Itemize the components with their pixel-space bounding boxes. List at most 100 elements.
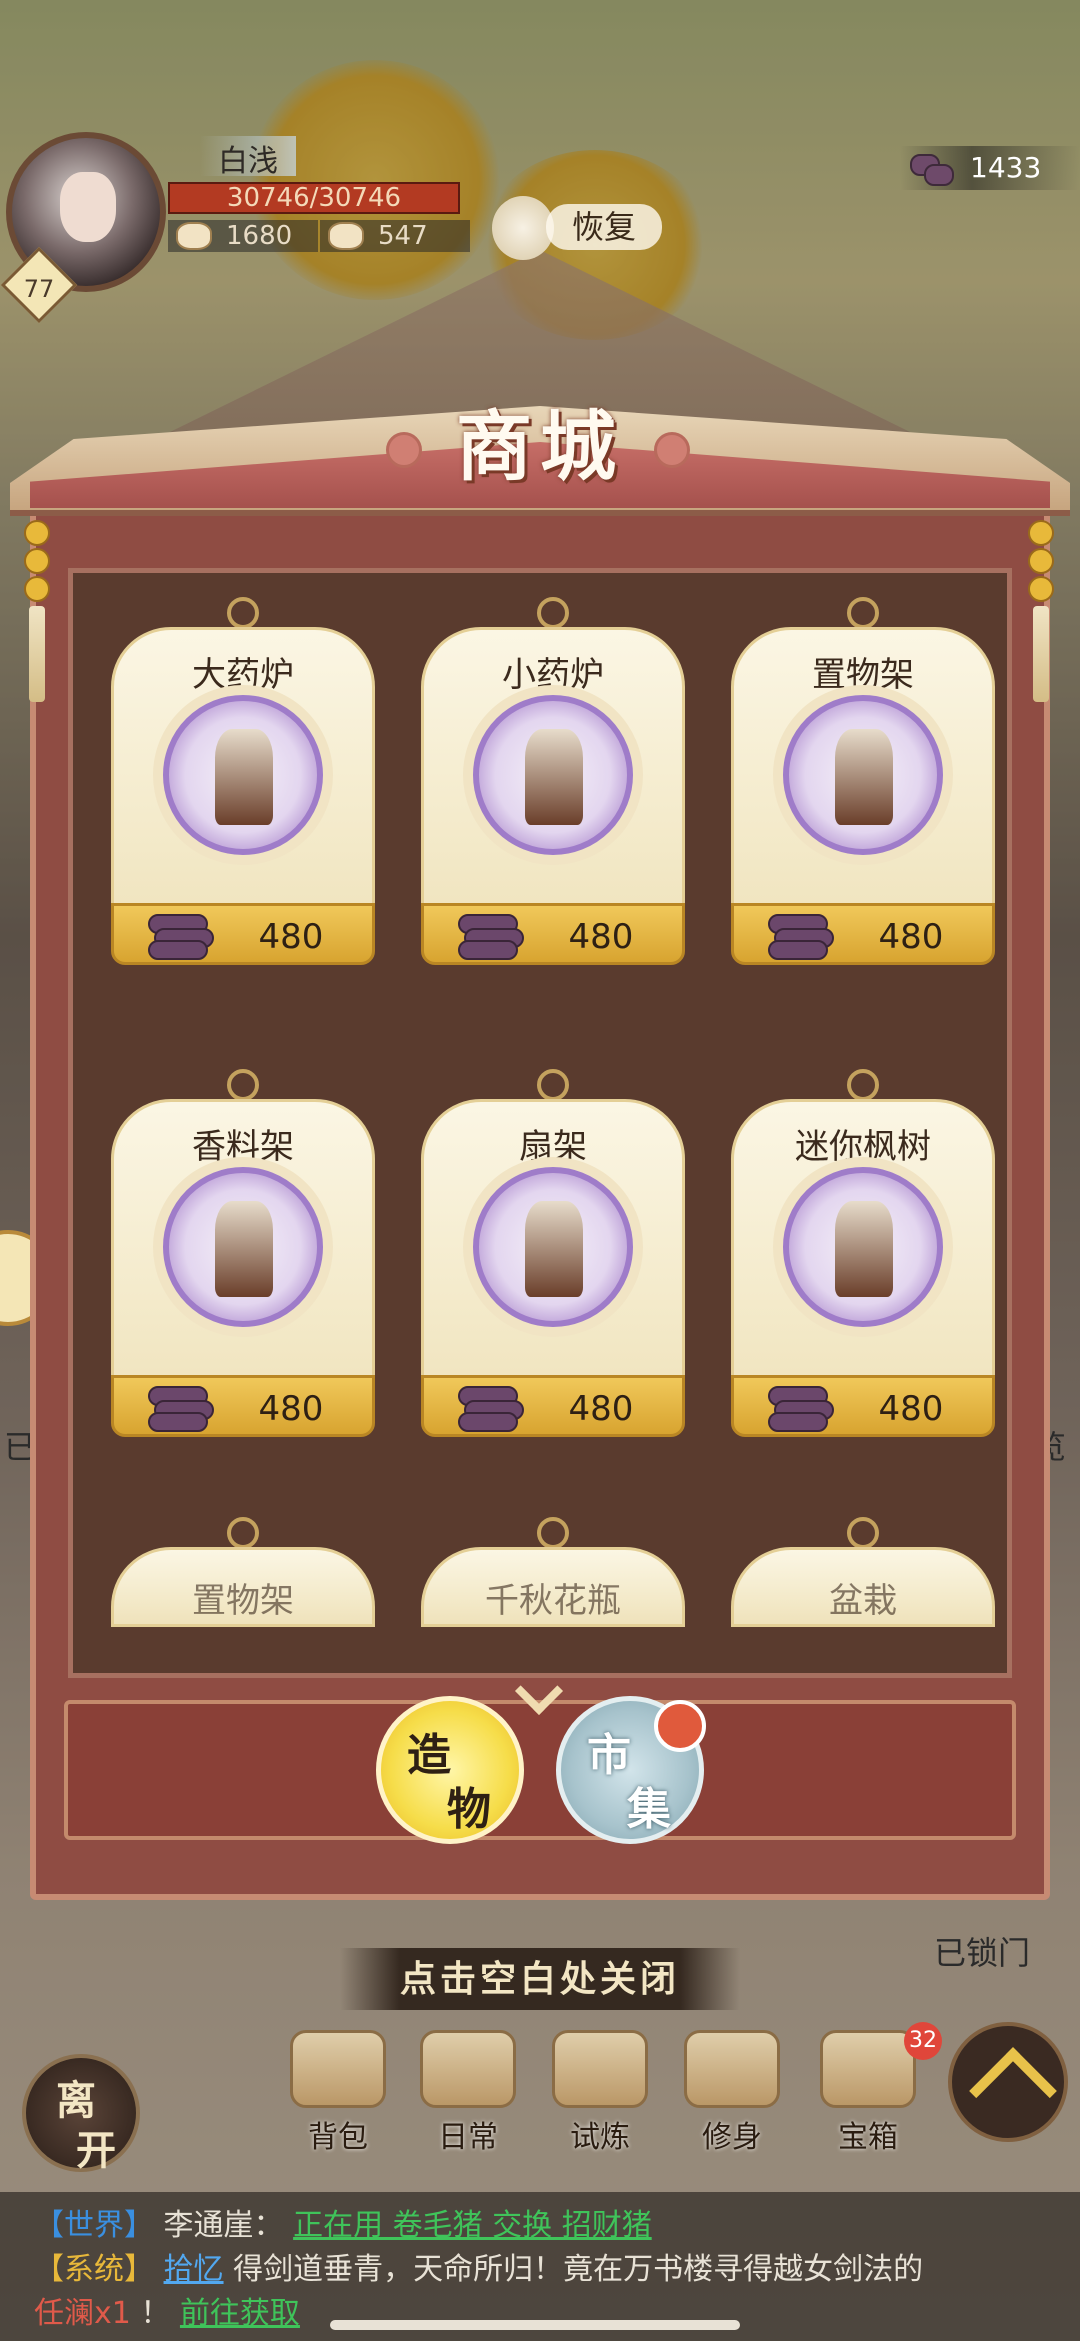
close-hint[interactable]: 点击空白处关闭	[340, 1948, 740, 2010]
wood-log-icon	[148, 914, 214, 960]
resource-bun: 547	[320, 220, 470, 252]
coin-ornament-icon	[386, 432, 422, 468]
shop-tab-bar	[64, 1700, 1016, 1840]
hook-icon	[227, 597, 259, 629]
market-avatar-badge-icon	[654, 1700, 706, 1752]
recover-button[interactable]: 恢复	[492, 196, 662, 260]
item-name: 香料架	[192, 1127, 294, 1167]
hook-icon	[847, 1069, 879, 1101]
item-price-bar[interactable]: 480	[731, 903, 995, 965]
chat-reward: 任澜x1	[34, 2296, 131, 2331]
wood-log-icon	[458, 914, 524, 960]
spice-rack-icon	[163, 1167, 323, 1327]
tab-build-char-1: 造	[407, 1730, 451, 1781]
item-price: 480	[568, 917, 634, 957]
item-price-bar[interactable]: 480	[421, 1375, 685, 1437]
nav-bag-label: 背包	[308, 2120, 368, 2155]
shop-item-card[interactable]: 大药炉 480	[111, 597, 375, 973]
hook-icon	[847, 1517, 879, 1549]
small-medicine-furnace-icon	[473, 695, 633, 855]
chat-channel: 【世界】	[34, 2208, 154, 2243]
item-name: 置物架	[812, 655, 914, 695]
nav-cultivate[interactable]: 修身	[672, 2030, 792, 2160]
gourd-icon	[492, 196, 554, 260]
chat-separator: ！	[140, 2296, 171, 2331]
hook-icon	[537, 1517, 569, 1549]
nav-cultivate-label: 修身	[702, 2120, 762, 2155]
chat-goto-link[interactable]: 前往获取	[180, 2296, 300, 2331]
daily-scroll-icon	[420, 2030, 516, 2108]
tassel-right	[1028, 520, 1054, 702]
nav-daily[interactable]: 日常	[408, 2030, 528, 2160]
treasure-count-badge: 32	[904, 2022, 942, 2060]
chat-panel[interactable]: 【世界】 李通崖： 正在用 卷毛猪 交换 招财猪 【系统】 拾忆 得剑道垂青，天…	[0, 2192, 1080, 2341]
nav-daily-label: 日常	[438, 2120, 498, 2155]
item-price-bar[interactable]: 480	[111, 1375, 375, 1437]
nav-treasure-label: 宝箱	[838, 2120, 898, 2155]
nav-trial-label: 试炼	[570, 2120, 630, 2155]
hook-icon	[227, 1517, 259, 1549]
chat-line: 【世界】 李通崖： 正在用 卷毛猪 交换 招财猪	[34, 2204, 1046, 2248]
bun-icon	[328, 222, 364, 250]
item-price-bar[interactable]: 480	[111, 903, 375, 965]
item-price: 480	[258, 917, 324, 957]
wood-log-icon	[768, 1386, 834, 1432]
fan-stand-icon	[473, 1167, 633, 1327]
resource-bun-value: 547	[378, 221, 428, 251]
shop-item-card[interactable]: 扇架 480	[421, 1069, 685, 1445]
locked-door-label: 已锁门	[934, 1934, 1031, 1972]
resource-rice: 1680	[168, 220, 318, 252]
item-price: 480	[568, 1389, 634, 1429]
item-price-bar[interactable]: 480	[731, 1375, 995, 1437]
coin-ornament-icon	[654, 432, 690, 468]
item-name: 迷你枫树	[795, 1127, 931, 1167]
tab-build[interactable]: 造 物	[376, 1696, 524, 1844]
item-name: 置物架	[192, 1581, 294, 1621]
tab-market-char-1: 市	[587, 1730, 631, 1781]
wood-log-icon	[148, 1386, 214, 1432]
tab-market-char-2: 集	[627, 1784, 671, 1835]
shop-item-grid[interactable]: 大药炉 480 小药炉 480 置物架 480 香料架 480 扇架 480 迷你枫树 480 置物架千…	[68, 568, 1012, 1678]
chat-user-link[interactable]: 拾忆	[164, 2252, 224, 2287]
shop-item-card[interactable]: 迷你枫树 480	[731, 1069, 995, 1445]
chat-channel: 【系统】	[34, 2252, 154, 2287]
leave-char-2: 开	[76, 2127, 116, 2174]
player-level: 77	[23, 275, 55, 304]
shop-item-card[interactable]: 小药炉 480	[421, 597, 685, 973]
chat-message: 得剑道垂青，天命所归！竟在万书楼寻得越女剑法的	[233, 2252, 924, 2287]
hp-bar: 30746/30746	[168, 182, 460, 214]
rice-bowl-icon	[176, 222, 212, 250]
hp-text: 30746/30746	[226, 183, 402, 213]
trial-icon	[552, 2030, 648, 2108]
wood-currency: 1433	[900, 146, 1080, 190]
chat-message-link[interactable]: 正在用 卷毛猪 交换 招财猪	[293, 2208, 652, 2243]
chevron-down-icon[interactable]	[512, 1672, 568, 1712]
expand-menu-button[interactable]	[948, 2022, 1068, 2142]
nav-trial[interactable]: 试炼	[540, 2030, 660, 2160]
shelf-icon	[783, 695, 943, 855]
wood-log-icon	[458, 1386, 524, 1432]
shop-item-card[interactable]: 置物架 480	[731, 597, 995, 973]
wood-log-icon	[768, 914, 834, 960]
hook-icon	[537, 597, 569, 629]
item-name: 大药炉	[192, 655, 294, 695]
chat-user: 李通崖：	[163, 2208, 284, 2243]
hook-icon	[227, 1069, 259, 1101]
item-price: 480	[258, 1389, 324, 1429]
book-icon	[684, 2030, 780, 2108]
mini-maple-icon	[783, 1167, 943, 1327]
treasure-chest-icon	[820, 2030, 916, 2108]
item-price-bar[interactable]: 480	[421, 903, 685, 965]
shop-item-card[interactable]: 盆栽	[731, 1517, 995, 1673]
item-price: 480	[878, 917, 944, 957]
tab-build-char-2: 物	[447, 1784, 491, 1835]
leave-button[interactable]: 离 开	[22, 2054, 140, 2174]
nav-bag[interactable]: 背包	[278, 2030, 398, 2160]
large-medicine-furnace-icon	[163, 695, 323, 855]
hook-icon	[537, 1069, 569, 1101]
hook-icon	[847, 597, 879, 629]
shop-item-card[interactable]: 置物架	[111, 1517, 375, 1673]
home-indicator[interactable]	[330, 2320, 740, 2330]
shop-item-card[interactable]: 香料架 480	[111, 1069, 375, 1445]
shop-item-card[interactable]: 千秋花瓶	[421, 1517, 685, 1673]
